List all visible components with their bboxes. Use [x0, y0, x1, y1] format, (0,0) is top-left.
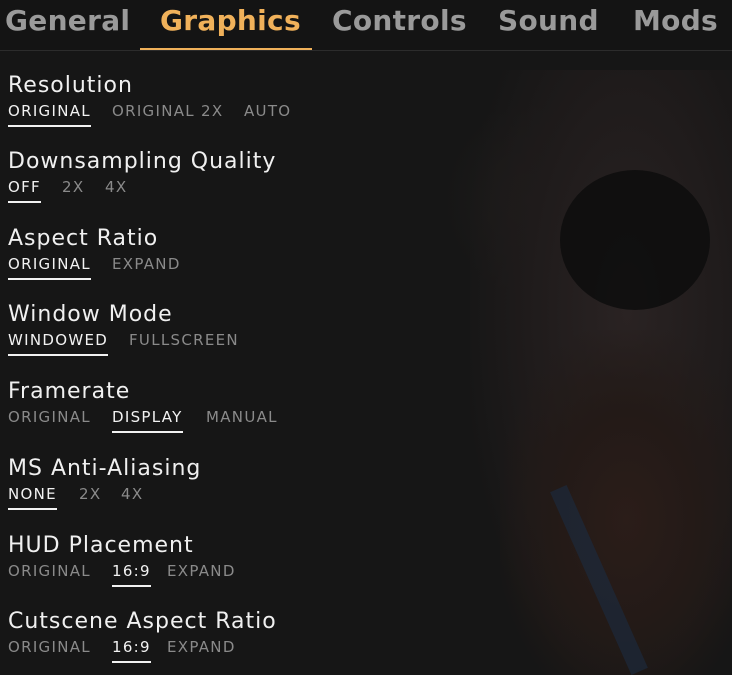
- setting-title: Aspect Ratio: [8, 226, 159, 251]
- option-expand[interactable]: EXPAND: [167, 561, 236, 585]
- setting-cutscene-aspect-ratio: Cutscene Aspect Ratio ORIGINAL 16:9 EXPA…: [8, 608, 468, 663]
- option-2x[interactable]: 2X: [62, 177, 84, 201]
- option-4x[interactable]: 4X: [121, 484, 143, 508]
- setting-aspect-ratio: Aspect Ratio ORIGINAL EXPAND: [8, 225, 468, 280]
- tab-sound[interactable]: Sound: [498, 0, 599, 50]
- option-16-9[interactable]: 16:9: [112, 637, 151, 663]
- setting-title: Window Mode: [8, 302, 173, 327]
- graphics-settings-screen: General Graphics Controls Sound Mods Res…: [0, 0, 732, 675]
- setting-framerate: Framerate ORIGINAL DISPLAY MANUAL: [8, 378, 468, 433]
- setting-window-mode: Window Mode WINDOWED FULLSCREEN: [8, 301, 468, 356]
- option-original[interactable]: ORIGINAL: [8, 407, 91, 431]
- background-scene-character: [500, 330, 730, 675]
- option-group: WINDOWED FULLSCREEN: [8, 330, 468, 356]
- active-tab-indicator: [140, 48, 312, 50]
- option-fullscreen[interactable]: FULLSCREEN: [129, 330, 239, 354]
- option-group: ORIGINAL ORIGINAL 2X AUTO: [8, 101, 468, 127]
- option-16-9[interactable]: 16:9: [112, 561, 151, 587]
- option-original[interactable]: ORIGINAL: [8, 254, 91, 280]
- setting-title: Framerate: [8, 379, 131, 404]
- option-group: ORIGINAL EXPAND: [8, 254, 468, 280]
- setting-downsampling-quality: Downsampling Quality OFF 2X 4X: [8, 148, 468, 203]
- option-group: ORIGINAL DISPLAY MANUAL: [8, 407, 468, 433]
- tab-controls[interactable]: Controls: [332, 0, 467, 50]
- settings-tab-bar: General Graphics Controls Sound Mods: [0, 0, 732, 51]
- setting-ms-anti-aliasing: MS Anti-Aliasing NONE 2X 4X: [8, 455, 468, 510]
- option-manual[interactable]: MANUAL: [206, 407, 278, 431]
- option-original-2x[interactable]: ORIGINAL 2X: [112, 101, 223, 125]
- setting-title: Resolution: [8, 73, 133, 98]
- option-group: ORIGINAL 16:9 EXPAND: [8, 637, 468, 663]
- tab-mods[interactable]: Mods: [633, 0, 718, 50]
- background-scene-strap: [550, 484, 648, 675]
- option-group: NONE 2X 4X: [8, 484, 468, 510]
- option-original[interactable]: ORIGINAL: [8, 561, 91, 585]
- setting-title: MS Anti-Aliasing: [8, 456, 202, 481]
- background-scene: [470, 70, 732, 675]
- tab-general[interactable]: General: [5, 0, 130, 50]
- option-original[interactable]: ORIGINAL: [8, 637, 91, 661]
- option-windowed[interactable]: WINDOWED: [8, 330, 109, 356]
- setting-title: Cutscene Aspect Ratio: [8, 609, 277, 634]
- option-display[interactable]: DISPLAY: [112, 407, 183, 433]
- setting-resolution: Resolution ORIGINAL ORIGINAL 2X AUTO: [8, 72, 468, 127]
- option-auto[interactable]: AUTO: [244, 101, 291, 125]
- option-2x[interactable]: 2X: [79, 484, 101, 508]
- option-none[interactable]: NONE: [8, 484, 57, 510]
- option-off[interactable]: OFF: [8, 177, 41, 203]
- option-expand[interactable]: EXPAND: [167, 637, 236, 661]
- option-expand[interactable]: EXPAND: [112, 254, 181, 278]
- setting-title: Downsampling Quality: [8, 149, 277, 174]
- option-original[interactable]: ORIGINAL: [8, 101, 91, 127]
- tab-graphics[interactable]: Graphics: [160, 0, 301, 50]
- option-4x[interactable]: 4X: [105, 177, 127, 201]
- setting-hud-placement: HUD Placement ORIGINAL 16:9 EXPAND: [8, 532, 468, 587]
- option-group: OFF 2X 4X: [8, 177, 468, 203]
- option-group: ORIGINAL 16:9 EXPAND: [8, 561, 468, 587]
- background-scene-dark-spot: [560, 170, 710, 310]
- setting-title: HUD Placement: [8, 533, 194, 558]
